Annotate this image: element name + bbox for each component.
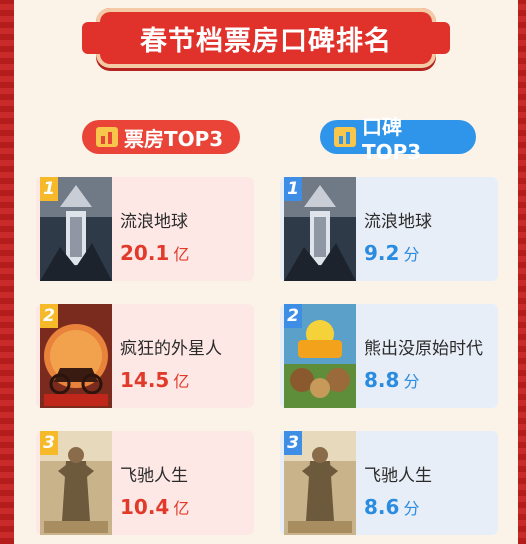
rating-unit: 分 xyxy=(403,372,420,391)
box-office-unit: 亿 xyxy=(173,372,190,391)
rating-number: 9.2 xyxy=(364,241,400,265)
movie-title: 疯狂的外星人 xyxy=(120,339,222,359)
box-office-card-2[interactable]: 2 疯狂的外星人 14.5 亿 xyxy=(36,304,254,408)
box-office-header: 票房TOP3 xyxy=(82,120,240,154)
poster-wandering-earth: 1 xyxy=(40,177,112,281)
poster-crazy-alien: 2 xyxy=(40,304,112,408)
rank-badge: 2 xyxy=(284,304,302,328)
movie-title: 飞驰人生 xyxy=(364,466,432,486)
box-office-card-1[interactable]: 1 流浪地球 20.1 亿 xyxy=(36,177,254,281)
box-office-number: 10.4 xyxy=(120,495,170,519)
box-office-unit: 亿 xyxy=(173,245,190,264)
box-office-card-3[interactable]: 3 飞驰人生 10.4 亿 xyxy=(36,431,254,535)
poster-pegasus: 3 xyxy=(284,431,356,535)
left-decorative-border xyxy=(0,0,14,544)
rating-value: 8.6 分 xyxy=(364,495,419,519)
reputation-card-3[interactable]: 3 飞驰人生 8.6 分 xyxy=(280,431,498,535)
rating-number: 8.8 xyxy=(364,368,400,392)
reputation-card-1[interactable]: 1 流浪地球 9.2 分 xyxy=(280,177,498,281)
movie-title: 熊出没原始时代 xyxy=(364,339,483,359)
poster-boonie-bears: 2 xyxy=(284,304,356,408)
rank-badge: 1 xyxy=(284,177,302,201)
poster-pegasus: 3 xyxy=(40,431,112,535)
page-title: 春节档票房口碑排名 xyxy=(140,25,392,57)
box-office-label: 票房TOP3 xyxy=(124,126,224,151)
rating-value: 9.2 分 xyxy=(364,241,419,265)
box-office-value: 14.5 亿 xyxy=(120,368,189,392)
reputation-label: 口碑TOP3 xyxy=(362,114,422,164)
movie-title: 飞驰人生 xyxy=(120,466,188,486)
box-office-value: 10.4 亿 xyxy=(120,495,189,519)
box-office-value: 20.1 亿 xyxy=(120,241,189,265)
poster-wandering-earth: 1 xyxy=(284,177,356,281)
rating-number: 8.6 xyxy=(364,495,400,519)
rank-badge: 3 xyxy=(284,431,302,455)
title-banner: 春节档票房口碑排名 xyxy=(82,8,450,68)
rank-badge: 3 xyxy=(40,431,58,455)
reputation-card-2[interactable]: 2 熊出没原始时代 8.8 分 xyxy=(280,304,498,408)
rank-badge: 2 xyxy=(40,304,58,328)
banner-right-ornament xyxy=(424,22,450,54)
box-office-unit: 亿 xyxy=(173,499,190,518)
rank-badge: 1 xyxy=(40,177,58,201)
movie-title: 流浪地球 xyxy=(120,212,188,232)
box-office-number: 20.1 xyxy=(120,241,170,265)
rating-unit: 分 xyxy=(403,245,420,264)
bar-chart-icon xyxy=(334,127,356,147)
rating-unit: 分 xyxy=(403,499,420,518)
right-decorative-border xyxy=(518,0,526,544)
rating-value: 8.8 分 xyxy=(364,368,419,392)
movie-title: 流浪地球 xyxy=(364,212,432,232)
bar-chart-icon xyxy=(96,127,118,147)
banner-left-ornament xyxy=(82,22,108,54)
box-office-number: 14.5 xyxy=(120,368,170,392)
reputation-header: 口碑TOP3 xyxy=(320,115,476,164)
